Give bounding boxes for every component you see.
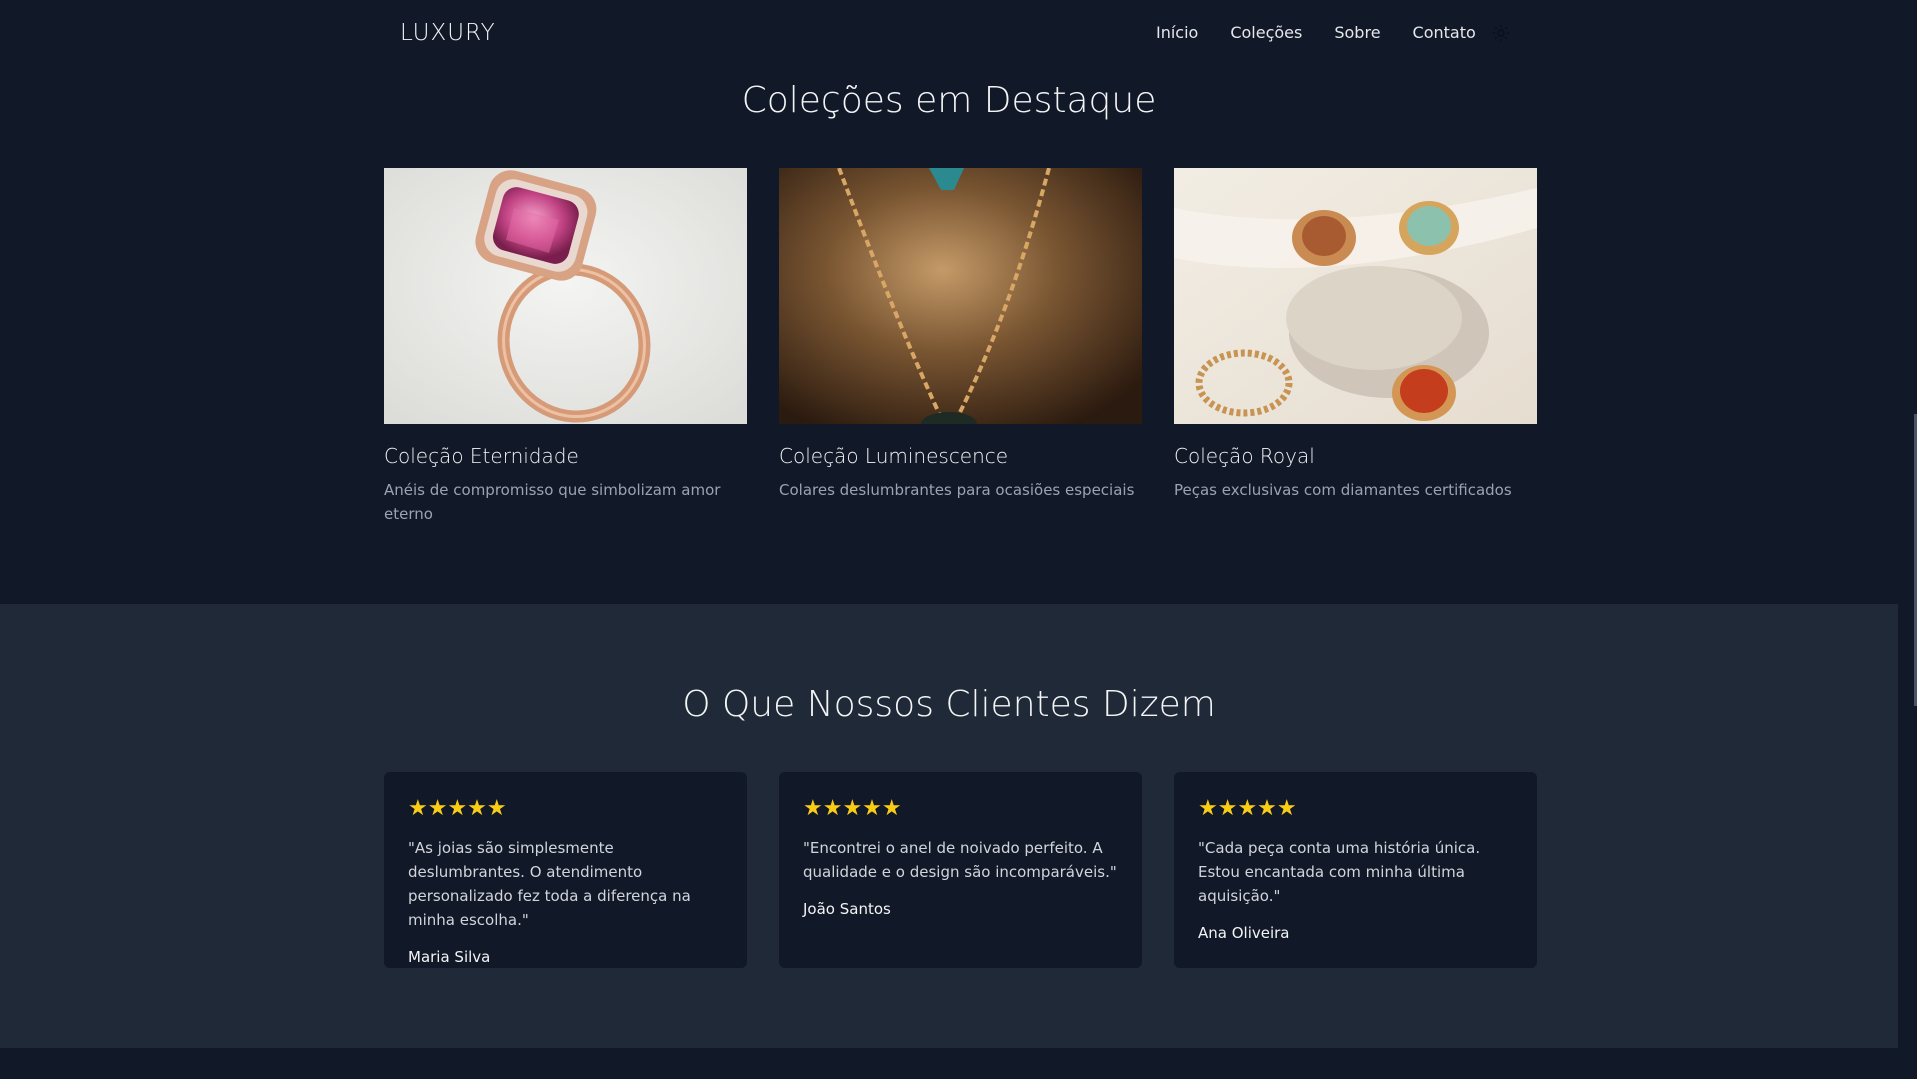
collection-title: Coleção Royal — [1174, 444, 1315, 468]
testimonial-card: ★★★★★ "As joias são simplesmente deslumb… — [384, 772, 747, 968]
testimonial-card: ★★★★★ "Encontrei o anel de noivado perfe… — [779, 772, 1142, 968]
collection-image-ring[interactable] — [384, 168, 747, 424]
testimonial-quote: "Cada peça conta uma história única. Est… — [1198, 839, 1481, 905]
collection-title: Coleção Luminescence — [779, 444, 1009, 468]
testimonials-title: O Que Nossos Clientes Dizem — [682, 684, 1216, 725]
testimonials-section: O Que Nossos Clientes Dizem ★★★★★ "As jo… — [0, 604, 1898, 1048]
collection-description: Peças exclusivas com diamantes certifica… — [1174, 481, 1512, 499]
nav-link-colecoes[interactable]: Coleções — [1230, 23, 1302, 42]
testimonial-quote: "Encontrei o anel de noivado perfeito. A… — [803, 839, 1117, 881]
testimonial-card: ★★★★★ "Cada peça conta uma história únic… — [1174, 772, 1537, 968]
collection-card-luminescence[interactable]: Coleção Luminescence Colares deslumbrant… — [779, 168, 1142, 502]
testimonial-quote: "As joias são simplesmente deslumbrantes… — [408, 839, 691, 929]
nav-link-contato[interactable]: Contato — [1413, 23, 1476, 42]
site-header: LUXURY Início Coleções Sobre Contato — [0, 0, 1898, 66]
page: LUXURY Início Coleções Sobre Contato Col… — [0, 0, 1917, 1079]
star-rating: ★★★★★ — [803, 796, 902, 821]
star-rating: ★★★★★ — [1198, 796, 1297, 821]
sun-icon — [1492, 24, 1510, 42]
testimonial-author: Ana Oliveira — [1198, 924, 1290, 942]
nav-link-inicio[interactable]: Início — [1156, 23, 1198, 42]
footer-strip — [0, 1048, 1898, 1079]
collection-card-royal[interactable]: Coleção Royal Peças exclusivas com diama… — [1174, 168, 1537, 502]
star-rating: ★★★★★ — [408, 796, 507, 821]
nav-link-sobre[interactable]: Sobre — [1334, 23, 1380, 42]
testimonial-author: João Santos — [803, 900, 891, 918]
collection-title: Coleção Eternidade — [384, 444, 579, 468]
collection-card-eternidade[interactable]: Coleção Eternidade Anéis de compromisso … — [384, 168, 747, 526]
collection-image-rings[interactable] — [1174, 168, 1537, 424]
collections-title: Coleções em Destaque — [741, 80, 1157, 121]
collection-description: Anéis de compromisso que simbolizam amor… — [384, 481, 721, 523]
main-nav: Início Coleções Sobre Contato — [1156, 23, 1508, 42]
theme-toggle-button[interactable] — [1488, 20, 1514, 46]
collection-description: Colares deslumbrantes para ocasiões espe… — [779, 481, 1135, 499]
testimonial-author: Maria Silva — [408, 948, 491, 966]
logo[interactable]: LUXURY — [400, 20, 496, 46]
page-scrollbar[interactable] — [1898, 0, 1917, 1079]
collection-image-necklace[interactable] — [779, 168, 1142, 424]
